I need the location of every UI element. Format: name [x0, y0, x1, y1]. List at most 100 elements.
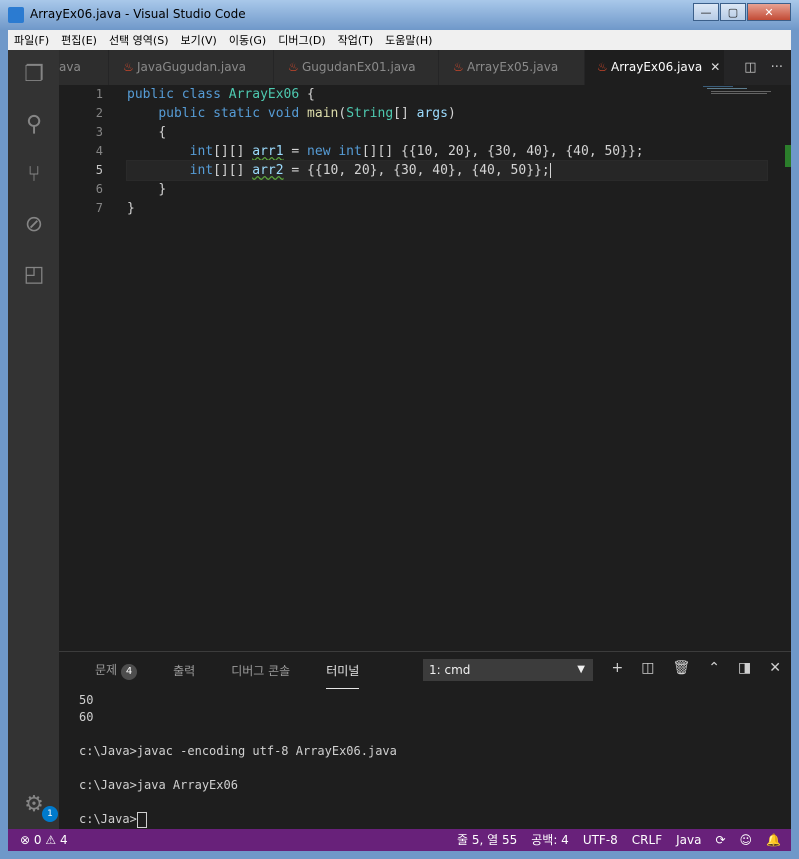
class-name: ArrayEx06 — [228, 87, 300, 102]
indentation[interactable]: 공백: 4 — [531, 829, 569, 851]
window-controls: — ▢ ✕ — [692, 3, 791, 21]
keyword: class — [181, 87, 221, 102]
terminal-select[interactable]: 1: cmd ▼ — [423, 659, 593, 681]
problems-count-badge: 4 — [121, 663, 138, 680]
extensions-icon[interactable]: ◰ — [21, 262, 47, 288]
tab-arrayex06[interactable]: ♨ ArrayEx06.java ✕ — [585, 50, 725, 85]
text-cursor — [549, 163, 551, 178]
variable-name: arr2 — [252, 163, 284, 178]
line-number: 1 — [95, 87, 103, 101]
new-terminal-icon[interactable]: + — [612, 660, 624, 676]
menu-bar: 파일(F) 편집(E) 선택 영역(S) 보기(V) 이동(G) 디버그(D) … — [8, 30, 791, 50]
tab-terminal[interactable]: 터미널 — [326, 662, 360, 689]
encoding[interactable]: UTF-8 — [583, 829, 618, 851]
explorer-icon[interactable]: ❐ — [21, 62, 47, 88]
panel-actions: + ◫ 🗑 ⌃ ◨ ✕ — [612, 660, 781, 676]
type-name: String — [346, 106, 394, 121]
code-text: {{10, 20}, {30, 40}, {40, 50}}; — [400, 144, 644, 159]
tab-output[interactable]: 출력 — [173, 662, 195, 679]
terminal-prompt: c:\Java> — [79, 812, 137, 826]
tab-label: JavaGugudan.java — [137, 60, 247, 74]
code-text: = — [283, 144, 308, 159]
panel-tabs: 문제 4 출력 디버그 콘솔 터미널 — [59, 652, 360, 689]
line-number: 7 — [95, 201, 103, 215]
warning-icon: ⚠ — [45, 833, 57, 847]
bottom-panel: 문제 4 출력 디버그 콘솔 터미널 1: cmd ▼ + ◫ 🗑 ⌃ ◨ ✕ 5… — [59, 651, 791, 830]
maximize-button[interactable]: ▢ — [720, 3, 746, 21]
menu-debug[interactable]: 디버그(D) — [272, 32, 331, 48]
terminal-line: c:\Java>java ArrayEx06 — [79, 778, 238, 792]
bell-icon[interactable]: 🔔 — [766, 829, 781, 851]
status-right: 줄 5, 열 55 공백: 4 UTF-8 CRLF Java ⟳ ☺ 🔔 — [457, 829, 781, 851]
keyword: void — [267, 106, 300, 121]
minimap[interactable] — [703, 85, 773, 95]
status-problems[interactable]: ⊗ 0 ⚠ 4 — [20, 829, 68, 851]
more-actions-icon[interactable]: ··· — [771, 60, 783, 75]
terminal-cursor — [136, 811, 147, 828]
terminal-select-value: 1: cmd — [429, 663, 471, 677]
close-panel-icon[interactable]: ✕ — [769, 660, 781, 676]
menu-selection[interactable]: 선택 영역(S) — [103, 32, 175, 48]
brace: { — [307, 87, 315, 102]
editor-tabs: ava ♨ JavaGugudan.java ♨ GugudanEx01.java … — [59, 50, 791, 85]
code-line-current: int[][] arr2 = {{10, 20}, {30, 40}, {40,… — [126, 160, 768, 181]
window-title: ArrayEx06.java - Visual Studio Code — [30, 7, 246, 21]
code-text: [] — [393, 106, 417, 121]
line-number: 6 — [95, 182, 103, 196]
split-editor-icon[interactable]: ◫ — [744, 60, 756, 75]
menu-go[interactable]: 이동(G) — [223, 32, 272, 48]
title-bar: ArrayEx06.java - Visual Studio Code — ▢ … — [0, 0, 799, 30]
variable-name: arr1 — [252, 144, 284, 159]
tab-javagugudan[interactable]: ♨ JavaGugudan.java — [109, 50, 274, 85]
sync-icon[interactable]: ⟳ — [715, 829, 725, 851]
smiley-icon[interactable]: ☺ — [740, 829, 753, 851]
scrollbar-marker[interactable] — [785, 145, 791, 167]
tab-debug-console[interactable]: 디버그 콘솔 — [231, 662, 290, 679]
tab-label: ava — [59, 60, 81, 74]
close-window-button[interactable]: ✕ — [747, 3, 791, 21]
java-file-icon: ♨ — [597, 60, 608, 74]
code-content: public class ArrayEx06 { public static v… — [126, 85, 768, 218]
line-number: 2 — [95, 106, 103, 120]
code-text: [][] — [361, 144, 401, 159]
brace: } — [158, 182, 167, 197]
menu-tasks[interactable]: 작업(T) — [332, 32, 380, 48]
split-terminal-icon[interactable]: ◫ — [641, 660, 654, 676]
search-icon[interactable]: ⚲ — [21, 112, 47, 138]
source-control-icon[interactable]: ⑂ — [21, 162, 47, 188]
code-line: } — [127, 199, 767, 218]
window-frame-right — [791, 30, 799, 859]
menu-edit[interactable]: 편집(E) — [55, 32, 103, 48]
terminal-output[interactable]: 50 60 c:\Java>javac -encoding utf-8 Arra… — [79, 692, 397, 828]
line-number: 4 — [95, 144, 103, 158]
terminal-prompt-line: c:\Java> — [79, 811, 397, 828]
menu-help[interactable]: 도움말(H) — [379, 32, 438, 48]
code-editor[interactable]: 1 2 3 4 5 6 7 public class ArrayEx06 { p… — [59, 85, 791, 651]
cursor-position[interactable]: 줄 5, 열 55 — [457, 829, 517, 851]
code-text: ) — [447, 106, 456, 121]
toggle-panel-icon[interactable]: ◨ — [738, 660, 751, 676]
java-file-icon: ♨ — [453, 60, 464, 74]
menu-file[interactable]: 파일(F) — [8, 32, 55, 48]
param-name: args — [416, 106, 448, 121]
chevron-up-icon[interactable]: ⌃ — [708, 660, 720, 676]
brace: { — [158, 125, 167, 140]
minimize-button[interactable]: — — [693, 3, 719, 21]
terminal-line: 60 — [79, 710, 94, 724]
line-ending[interactable]: CRLF — [632, 829, 662, 851]
close-tab-icon[interactable]: ✕ — [710, 60, 720, 74]
debug-icon[interactable]: ⊘ — [21, 212, 47, 238]
trash-icon[interactable]: 🗑 — [673, 660, 691, 676]
keyword: static — [213, 106, 261, 121]
tab-problems[interactable]: 문제 4 — [95, 661, 138, 680]
language-mode[interactable]: Java — [676, 829, 701, 851]
tab-gugudanex01[interactable]: ♨ GugudanEx01.java — [274, 50, 439, 85]
tab-arrayex05[interactable]: ♨ ArrayEx05.java — [439, 50, 585, 85]
vscode-logo-icon — [8, 7, 24, 23]
code-line: public static void main(String[] args) — [158, 106, 456, 121]
code-line: int[][] arr1 = new int[][] {{10, 20}, {3… — [127, 142, 767, 161]
tab-partial[interactable]: ava — [59, 50, 109, 85]
menu-view[interactable]: 보기(V) — [174, 32, 222, 48]
tab-label: ArrayEx06.java — [611, 60, 703, 74]
